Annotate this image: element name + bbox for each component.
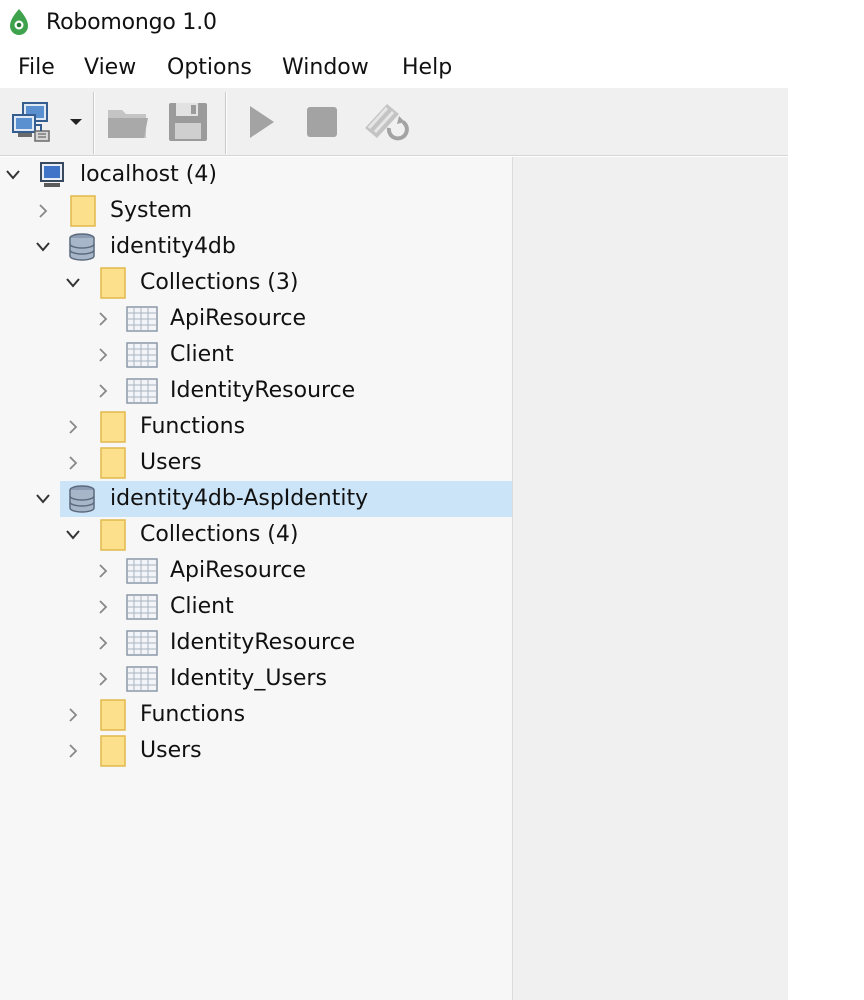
- tree-node-users[interactable]: Users: [0, 733, 512, 769]
- tree-node-collection[interactable]: Identity_Users: [0, 661, 512, 697]
- folder-icon: [100, 409, 126, 445]
- folder-icon: [100, 445, 126, 481]
- folder-icon: [100, 517, 126, 553]
- tree-node-label: ApiResource: [170, 306, 307, 331]
- toolbar-separator: [93, 92, 95, 154]
- chevron-right-icon[interactable]: [93, 553, 113, 589]
- tree-node-collection[interactable]: ApiResource: [0, 301, 512, 337]
- chevron-right-icon[interactable]: [63, 409, 83, 445]
- chevron-right-icon[interactable]: [33, 193, 53, 229]
- tree-node-label: IdentityResource: [170, 630, 356, 655]
- tree-node-label: IdentityResource: [170, 378, 356, 403]
- folder-icon: [100, 265, 126, 301]
- tree-node-label: identity4db: [110, 234, 236, 259]
- collection-table-icon: [126, 625, 158, 661]
- window-title: Robomongo 1.0: [46, 10, 217, 35]
- execute-button[interactable]: [234, 96, 286, 148]
- chevron-down-icon[interactable]: [63, 517, 83, 553]
- chevron-right-icon[interactable]: [63, 697, 83, 733]
- tree-node-label: Client: [170, 594, 234, 619]
- collection-table-icon: [126, 589, 158, 625]
- title-bar: Robomongo 1.0: [0, 0, 788, 46]
- toolbar: [0, 88, 788, 156]
- folder-icon: [70, 193, 96, 229]
- database-icon: [67, 229, 97, 265]
- tree-node-label: Functions: [140, 702, 246, 727]
- collection-table-icon: [126, 301, 158, 337]
- tree-node-collections[interactable]: Collections (4): [0, 517, 512, 553]
- chevron-down-icon[interactable]: [33, 229, 53, 265]
- database-icon: [67, 481, 97, 517]
- save-button[interactable]: [162, 96, 214, 148]
- save-icon: [169, 103, 207, 141]
- chevron-down-icon[interactable]: [33, 481, 53, 517]
- folder-icon: [100, 733, 126, 769]
- tree-node-database[interactable]: identity4db-AspIdentity: [0, 481, 512, 517]
- chevron-right-icon[interactable]: [93, 337, 113, 373]
- chevron-right-icon[interactable]: [93, 373, 113, 409]
- toolbar-separator: [225, 92, 227, 154]
- execute-icon: [250, 106, 274, 138]
- robomongo-window: Robomongo 1.0 File View Options Window H…: [0, 0, 788, 1000]
- orientation-icon: [365, 104, 409, 141]
- menu-help[interactable]: Help: [400, 50, 454, 86]
- menu-window[interactable]: Window: [280, 50, 371, 86]
- menu-file[interactable]: File: [16, 50, 57, 86]
- chevron-right-icon[interactable]: [63, 733, 83, 769]
- tree-node-server[interactable]: localhost (4): [0, 157, 512, 193]
- chevron-right-icon[interactable]: [93, 625, 113, 661]
- tree-node-database[interactable]: identity4db: [0, 229, 512, 265]
- tree-node-functions[interactable]: Functions: [0, 409, 512, 445]
- tree-node-label: Functions: [140, 414, 246, 439]
- tree-node-label: Collections (3): [140, 270, 299, 295]
- tree-node-label: System: [110, 198, 193, 223]
- chevron-down-icon[interactable]: [68, 116, 84, 128]
- explorer-tree: localhost (4) System identity4db Collect…: [0, 157, 512, 1000]
- tree-node-label: identity4db-AspIdentity: [110, 486, 369, 511]
- tree-node-collections[interactable]: Collections (3): [0, 265, 512, 301]
- menu-bar: File View Options Window Help: [0, 50, 788, 86]
- chevron-right-icon[interactable]: [93, 589, 113, 625]
- workspace-area: [513, 157, 788, 1000]
- open-button[interactable]: [102, 96, 154, 148]
- open-folder-icon: [108, 110, 148, 138]
- collection-table-icon: [126, 337, 158, 373]
- tree-node-system[interactable]: System: [0, 193, 512, 229]
- connect-button[interactable]: [6, 96, 58, 148]
- tree-node-users[interactable]: Users: [0, 445, 512, 481]
- tree-node-label: Client: [170, 342, 234, 367]
- tree-node-collection[interactable]: IdentityResource: [0, 625, 512, 661]
- tree-node-collection[interactable]: ApiResource: [0, 553, 512, 589]
- tree-node-label: Users: [140, 738, 202, 763]
- chevron-right-icon[interactable]: [63, 445, 83, 481]
- tree-node-label: Identity_Users: [170, 666, 327, 691]
- chevron-right-icon[interactable]: [93, 661, 113, 697]
- tree-node-label: localhost (4): [80, 162, 217, 187]
- tree-node-label: ApiResource: [170, 558, 307, 583]
- tree-node-collection[interactable]: Client: [0, 337, 512, 373]
- chevron-down-icon[interactable]: [63, 265, 83, 301]
- computer-icon: [38, 157, 66, 193]
- menu-options[interactable]: Options: [165, 50, 254, 86]
- tree-node-label: Users: [140, 450, 202, 475]
- chevron-right-icon[interactable]: [93, 301, 113, 337]
- tree-node-collection[interactable]: IdentityResource: [0, 373, 512, 409]
- stop-button[interactable]: [296, 96, 348, 148]
- folder-icon: [100, 697, 126, 733]
- tree-node-label: Collections (4): [140, 522, 299, 547]
- orientation-button[interactable]: [358, 96, 410, 148]
- collection-table-icon: [126, 661, 158, 697]
- menu-view[interactable]: View: [82, 50, 138, 86]
- chevron-down-icon[interactable]: [3, 157, 23, 193]
- connect-icon: [12, 102, 50, 142]
- collection-table-icon: [126, 373, 158, 409]
- collection-table-icon: [126, 553, 158, 589]
- robomongo-logo-icon: [10, 9, 28, 35]
- tree-node-collection[interactable]: Client: [0, 589, 512, 625]
- tree-node-functions[interactable]: Functions: [0, 697, 512, 733]
- stop-icon: [307, 107, 337, 137]
